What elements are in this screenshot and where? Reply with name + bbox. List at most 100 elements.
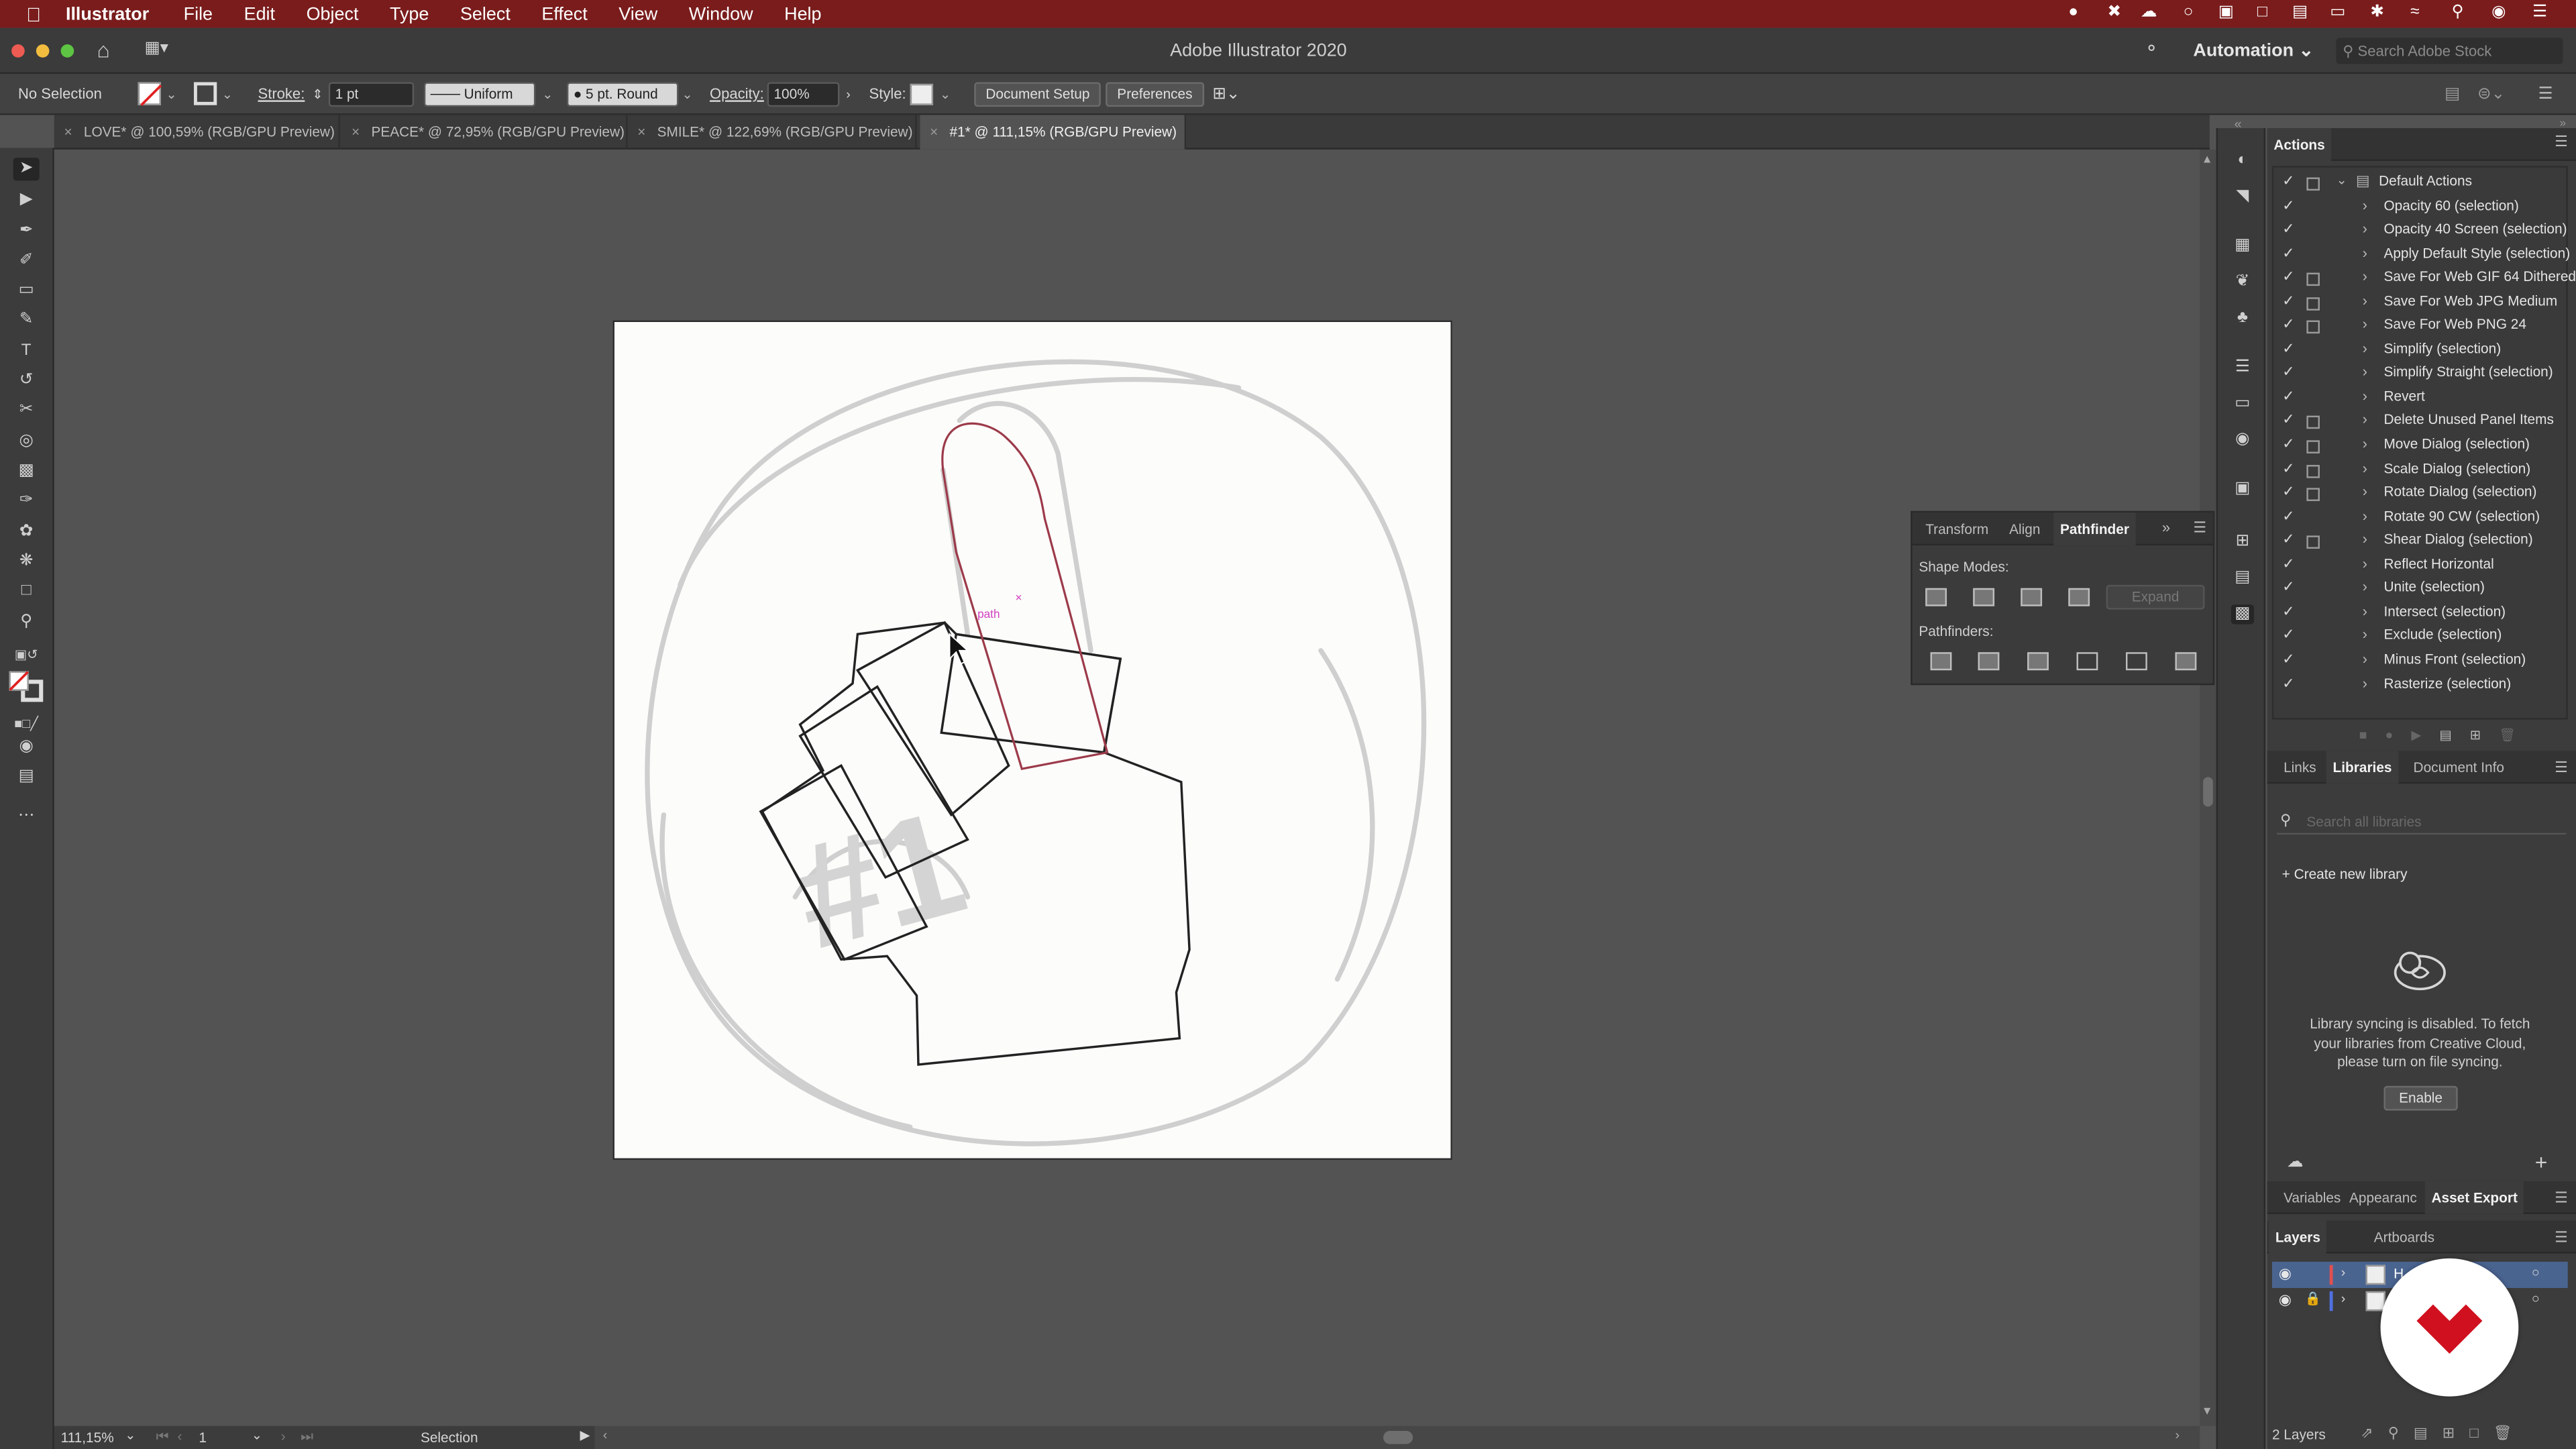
screen-mode-icon[interactable]: ▤ [13, 765, 40, 788]
artboard-dropdown-icon[interactable]: ⌄ [252, 1428, 262, 1442]
document-setup-button[interactable]: Document Setup [974, 82, 1102, 107]
user-avatar-icon[interactable]: ◉ [2489, 3, 2508, 23]
menu-help[interactable]: Help [784, 4, 821, 23]
target-circle-icon[interactable]: ○ [2532, 1265, 2540, 1280]
expand-action-icon[interactable]: › [2363, 674, 2367, 690]
bluetooth-icon[interactable]: ✱ [2367, 3, 2387, 23]
delete-action-icon[interactable]: 🗑 [2499, 728, 2534, 743]
artboard-tool-icon[interactable]: □ [13, 580, 40, 602]
actions-menu-icon[interactable]: ☰ [2555, 133, 2568, 151]
delete-layer-icon[interactable]: 🗑 [2493, 1424, 2527, 1440]
edit-toolbar-icon[interactable]: ⋯ [13, 805, 40, 828]
opacity-field[interactable]: 100% [767, 82, 840, 107]
pen-tool-icon[interactable]: ✒ [13, 220, 40, 243]
expand-action-icon[interactable]: › [2363, 555, 2367, 571]
scroll-down-icon[interactable]: ▼ [2202, 1406, 2213, 1417]
expand-action-icon[interactable]: › [2363, 339, 2367, 356]
expand-action-icon[interactable]: › [2363, 220, 2367, 236]
dialog-toggle-icon[interactable] [2306, 297, 2320, 311]
direct-selection-tool-icon[interactable]: ▶ [13, 189, 40, 212]
expand-action-icon[interactable]: › [2363, 651, 2367, 667]
panel-collapse-icon[interactable]: » [2162, 519, 2170, 535]
checkmark-icon[interactable]: ✓ [2280, 507, 2296, 525]
minus-back-icon[interactable] [2175, 652, 2197, 671]
action-row[interactable]: ✓ › Simplify (selection) [2267, 339, 2576, 364]
transparency-panel-icon[interactable]: ◉ [2231, 431, 2254, 450]
dialog-toggle-icon[interactable] [2306, 177, 2320, 191]
checkmark-icon[interactable]: ✓ [2280, 172, 2296, 191]
checkmark-icon[interactable]: ✓ [2280, 268, 2296, 286]
vertical-scrollbar[interactable]: ▲ ▼ [2200, 149, 2216, 1426]
fill-dropdown-icon[interactable]: ⌄ [166, 82, 176, 107]
checkmark-icon[interactable]: ✓ [2280, 364, 2296, 382]
tab-artboards[interactable]: Artboards [2367, 1221, 2441, 1254]
preferences-button[interactable]: Preferences [1106, 82, 1204, 107]
tab-love[interactable]: × LOVE* @ 100,59% (RGB/GPU Preview) [54, 115, 340, 150]
dialog-toggle-icon[interactable] [2306, 272, 2320, 286]
close-tab-icon[interactable]: × [930, 115, 938, 149]
crop-icon[interactable] [2076, 652, 2098, 671]
fill-stroke-proxy[interactable] [8, 670, 44, 703]
clipping-mask-icon[interactable]: ▤ [2414, 1424, 2443, 1440]
checkmark-icon[interactable]: ✓ [2280, 602, 2296, 621]
color-mode-icons[interactable]: ■□╱ [13, 713, 40, 736]
visibility-eye-icon[interactable]: ◉ [2279, 1291, 2292, 1309]
zoom-level-field[interactable]: 111,15% [61, 1430, 114, 1446]
tab-number-one[interactable]: × #1* @ 111,15% (RGB/GPU Preview) [920, 115, 1187, 150]
cc-cloud-icon[interactable]: ☁ [2287, 1153, 2303, 1171]
brush-dropdown-icon[interactable]: ⌄ [682, 82, 692, 107]
expand-action-icon[interactable]: › [2363, 268, 2367, 284]
expand-action-icon[interactable]: › [2363, 244, 2367, 260]
tab-asset-export[interactable]: Asset Export [2424, 1181, 2524, 1214]
menu-file[interactable]: File [184, 4, 213, 23]
tab-libraries[interactable]: Libraries [2326, 751, 2399, 784]
scissors-tool-icon[interactable]: ✂ [13, 399, 40, 422]
type-tool-icon[interactable]: T [13, 340, 40, 363]
scroll-left-icon[interactable]: ‹ [603, 1428, 608, 1442]
knuckle-path[interactable] [940, 633, 1122, 754]
workspace-switcher[interactable]: Automation ⌄ [2193, 40, 2314, 60]
expand-action-icon[interactable]: › [2363, 627, 2367, 643]
stroke-label[interactable]: Stroke: [258, 82, 305, 107]
tab-appearance[interactable]: Appearanc [2343, 1181, 2423, 1214]
variable-width-profile[interactable]: ─── Uniform [423, 82, 536, 107]
action-row[interactable]: ✓ › Opacity 40 Screen (selection) [2267, 220, 2576, 244]
expand-action-icon[interactable]: › [2363, 531, 2367, 547]
vertical-scroll-thumb[interactable] [2203, 777, 2213, 807]
expand-layer-icon[interactable]: › [2341, 1291, 2346, 1306]
tab-align[interactable]: Align [2002, 513, 2047, 545]
libraries-panel-icon[interactable]: ◐ [2231, 151, 2254, 170]
expand-layer-icon[interactable]: › [2341, 1265, 2346, 1280]
stock-search-input[interactable]: ⚲ Search Adobe Stock [2336, 38, 2563, 64]
action-row[interactable]: ✓ › Apply Default Style (selection) [2267, 244, 2576, 268]
default-colors-icon[interactable]: ▣↺ [13, 644, 40, 667]
target-circle-icon[interactable]: ○ [2532, 1291, 2540, 1306]
tab-transform[interactable]: Transform [1919, 513, 1995, 545]
menu-app-name[interactable]: Illustrator [66, 4, 149, 23]
status-icon-6[interactable]: ▤ [2290, 3, 2310, 23]
menu-edit[interactable]: Edit [244, 4, 275, 23]
brush-definition[interactable]: ● 5 pt. Round [566, 82, 679, 107]
scroll-up-icon[interactable]: ▲ [2202, 154, 2213, 166]
menu-view[interactable]: View [619, 4, 657, 23]
zoom-tool-icon[interactable]: ⚲ [13, 611, 40, 634]
menu-object[interactable]: Object [307, 4, 359, 23]
checkmark-icon[interactable]: ✓ [2280, 460, 2296, 478]
libraries-menu-icon[interactable]: ☰ [2555, 759, 2568, 777]
expand-action-icon[interactable]: › [2363, 292, 2367, 308]
tab-document-info[interactable]: Document Info [2407, 751, 2511, 784]
stop-icon[interactable]: ■ [2359, 728, 2385, 743]
trim-icon[interactable] [1978, 652, 2000, 671]
dialog-toggle-icon[interactable] [2306, 535, 2320, 549]
control-menu-icon[interactable]: ☰ [2538, 82, 2553, 107]
checkmark-icon[interactable]: ✓ [2280, 388, 2296, 406]
swatches-panel-icon[interactable]: ▦ [2231, 237, 2254, 256]
expand-action-icon[interactable]: › [2363, 460, 2367, 476]
rotate-tool-icon[interactable]: ↺ [13, 370, 40, 392]
action-row[interactable]: ✓ › Move Dialog (selection) [2267, 435, 2576, 460]
expand-action-icon[interactable]: › [2363, 602, 2367, 619]
transform-icon[interactable]: ⊜⌄ [2477, 82, 2505, 107]
actions-panel-title[interactable]: Actions [2267, 128, 2332, 162]
checkmark-icon[interactable]: ✓ [2280, 555, 2296, 573]
layers-menu-icon[interactable]: ☰ [2555, 1229, 2568, 1247]
